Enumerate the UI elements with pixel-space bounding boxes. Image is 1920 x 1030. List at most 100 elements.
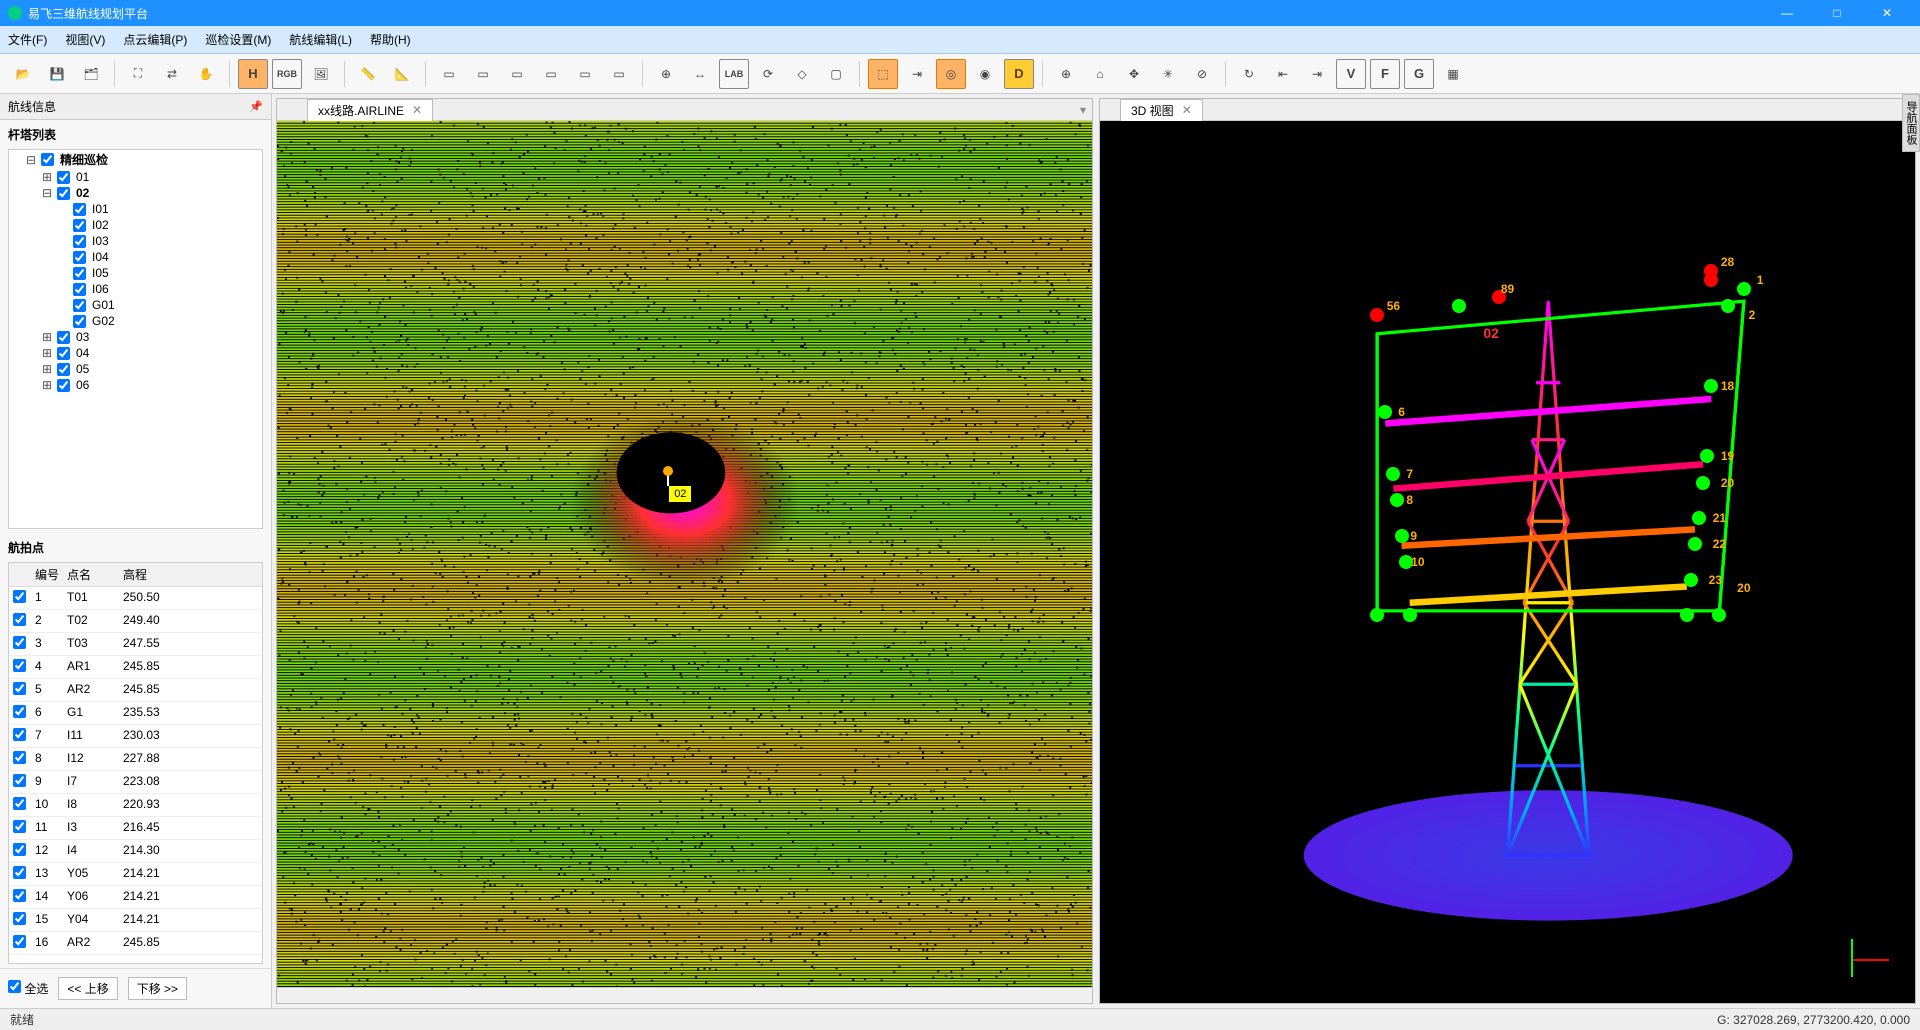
table-row[interactable]: 4AR1245.85 xyxy=(9,656,262,679)
letter-g-button[interactable]: G xyxy=(1404,59,1434,89)
tree-node[interactable]: ⊞06 xyxy=(41,377,262,393)
pan-hand-button[interactable]: ✋ xyxy=(191,59,221,89)
maximize-button[interactable]: □ xyxy=(1822,3,1852,23)
box-front-button[interactable]: ▭ xyxy=(434,59,464,89)
move-xyz-button[interactable]: ↔ xyxy=(685,59,715,89)
waypoint-8[interactable] xyxy=(1390,493,1404,507)
rotate-home-button[interactable]: ⌂ xyxy=(1085,59,1115,89)
table-row[interactable]: 1T01250.50 xyxy=(9,587,262,610)
rotate-cancel-button[interactable]: ⊘ xyxy=(1187,59,1217,89)
tab-close-icon[interactable]: ✕ xyxy=(412,103,422,117)
tree-node[interactable]: I04 xyxy=(57,249,262,265)
orbit-button[interactable]: ↻ xyxy=(1234,59,1264,89)
waypoint-12[interactable] xyxy=(1370,608,1384,622)
height-color-button[interactable]: H xyxy=(238,59,268,89)
move-up-button[interactable]: << 上移 xyxy=(58,977,117,1000)
tree-node[interactable]: I06 xyxy=(57,281,262,297)
tree-node[interactable]: I03 xyxy=(57,233,262,249)
screen-button[interactable]: ▢ xyxy=(821,59,851,89)
waypoint-11[interactable] xyxy=(1403,608,1417,622)
waypoint-5[interactable] xyxy=(1452,299,1466,313)
table-row[interactable]: 11I3216.45 xyxy=(9,817,262,840)
image-texture-button[interactable]: 🖼 xyxy=(306,59,336,89)
table-row[interactable]: 7I11230.03 xyxy=(9,725,262,748)
clip-in-button[interactable]: ⇤ xyxy=(1268,59,1298,89)
h-scrollbar[interactable] xyxy=(277,987,1092,1003)
letter-d-button[interactable]: D xyxy=(1004,59,1034,89)
right-dock-tab[interactable]: 导航面板 xyxy=(1902,94,1920,152)
table-row[interactable]: 2T02249.40 xyxy=(9,610,262,633)
waypoint-13[interactable] xyxy=(1680,608,1694,622)
table-row[interactable]: 10I8220.93 xyxy=(9,794,262,817)
waypoint-56[interactable] xyxy=(1370,308,1384,322)
table-body[interactable]: 1T01250.502T02249.403T03247.554AR1245.85… xyxy=(9,587,262,963)
tree-node[interactable]: I01 xyxy=(57,201,262,217)
tower-tree[interactable]: ⊟精细巡检⊞01⊟02 I01 I02 I03 I04 I05 I06 G01 … xyxy=(8,149,263,529)
waypoint-19[interactable] xyxy=(1700,449,1714,463)
target-button[interactable]: ⊕ xyxy=(651,59,681,89)
menu-item[interactable]: 视图(V) xyxy=(65,31,105,48)
label-button[interactable]: LAB xyxy=(719,59,749,89)
table-row[interactable]: 9I7223.08 xyxy=(9,771,262,794)
col-name[interactable]: 点名 xyxy=(63,563,119,586)
box-right-button[interactable]: ▭ xyxy=(536,59,566,89)
waypoint-6[interactable] xyxy=(1378,405,1392,419)
waypoint-4[interactable] xyxy=(1704,273,1718,287)
menu-item[interactable]: 文件(F) xyxy=(8,31,47,48)
tree-node[interactable]: ⊞04 xyxy=(41,345,262,361)
menu-item[interactable]: 帮助(H) xyxy=(370,31,411,48)
box-left-button[interactable]: ▭ xyxy=(502,59,532,89)
waypoint-14[interactable] xyxy=(1712,608,1726,622)
letter-v-button[interactable]: V xyxy=(1336,59,1366,89)
close-button[interactable]: ✕ xyxy=(1872,3,1902,23)
move-down-button[interactable]: 下移 >> xyxy=(128,977,187,1000)
link-b-button[interactable]: ⇥ xyxy=(902,59,932,89)
fit-view-button[interactable]: ⛶ xyxy=(123,59,153,89)
waypoint-21[interactable] xyxy=(1692,511,1706,525)
tree-node[interactable]: ⊞05 xyxy=(41,361,262,377)
open-folder-button[interactable]: 📂 xyxy=(8,59,38,89)
table-row[interactable]: 5AR2245.85 xyxy=(9,679,262,702)
col-index[interactable]: 编号 xyxy=(31,563,63,586)
waypoint-7[interactable] xyxy=(1386,467,1400,481)
waypoint-20[interactable] xyxy=(1696,476,1710,490)
area-measure-button[interactable]: 📐 xyxy=(387,59,417,89)
tab-dropdown-icon[interactable]: ▾ xyxy=(1074,103,1092,117)
table-row[interactable]: 12I4214.30 xyxy=(9,840,262,863)
table-row[interactable]: 14Y06214.21 xyxy=(9,886,262,909)
box-top-button[interactable]: ▭ xyxy=(468,59,498,89)
tree-node[interactable]: ⊟02 xyxy=(41,185,262,201)
link-d-button[interactable]: ◉ xyxy=(970,59,1000,89)
select-all-checkbox[interactable]: 全选 xyxy=(8,980,48,997)
waypoint-22[interactable] xyxy=(1688,537,1702,551)
box-cut-button[interactable]: ▭ xyxy=(604,59,634,89)
clip-out-button[interactable]: ⇥ xyxy=(1302,59,1332,89)
pointcloud-canvas[interactable]: 02 xyxy=(277,121,1092,987)
table-row[interactable]: 16AR2245.85 xyxy=(9,932,262,955)
sync-button[interactable]: ⟳ xyxy=(753,59,783,89)
diamond-button[interactable]: ◇ xyxy=(787,59,817,89)
table-row[interactable]: 6G1235.53 xyxy=(9,702,262,725)
waypoint-1[interactable] xyxy=(1737,282,1751,296)
col-elev[interactable]: 高程 xyxy=(119,563,189,586)
swap-view-button[interactable]: ⇄ xyxy=(157,59,187,89)
table-row[interactable]: 8I12227.88 xyxy=(9,748,262,771)
link-a-button[interactable]: ⬚ xyxy=(868,59,898,89)
save-button[interactable]: 💾 xyxy=(42,59,72,89)
tree-node[interactable]: I02 xyxy=(57,217,262,233)
rgb-color-button[interactable]: RGB xyxy=(272,59,302,89)
grid-box-button[interactable]: ▦ xyxy=(1438,59,1468,89)
rotate-arrows-button[interactable]: ✥ xyxy=(1119,59,1149,89)
tree-node[interactable]: G01 xyxy=(57,297,262,313)
minimize-button[interactable]: — xyxy=(1772,3,1802,23)
pin-icon[interactable]: 📌 xyxy=(249,100,263,113)
rotate-star-button[interactable]: ✳ xyxy=(1153,59,1183,89)
menu-item[interactable]: 航线编辑(L) xyxy=(289,31,352,48)
waypoint-9[interactable] xyxy=(1395,529,1409,543)
measure-button[interactable]: 📏 xyxy=(353,59,383,89)
letter-f-button[interactable]: F xyxy=(1370,59,1400,89)
tab-3dview[interactable]: 3D 视图 ✕ xyxy=(1120,99,1203,121)
tab-airline[interactable]: xx线路.AIRLINE ✕ xyxy=(307,99,433,121)
table-row[interactable]: 13Y05214.21 xyxy=(9,863,262,886)
tree-node[interactable]: G02 xyxy=(57,313,262,329)
